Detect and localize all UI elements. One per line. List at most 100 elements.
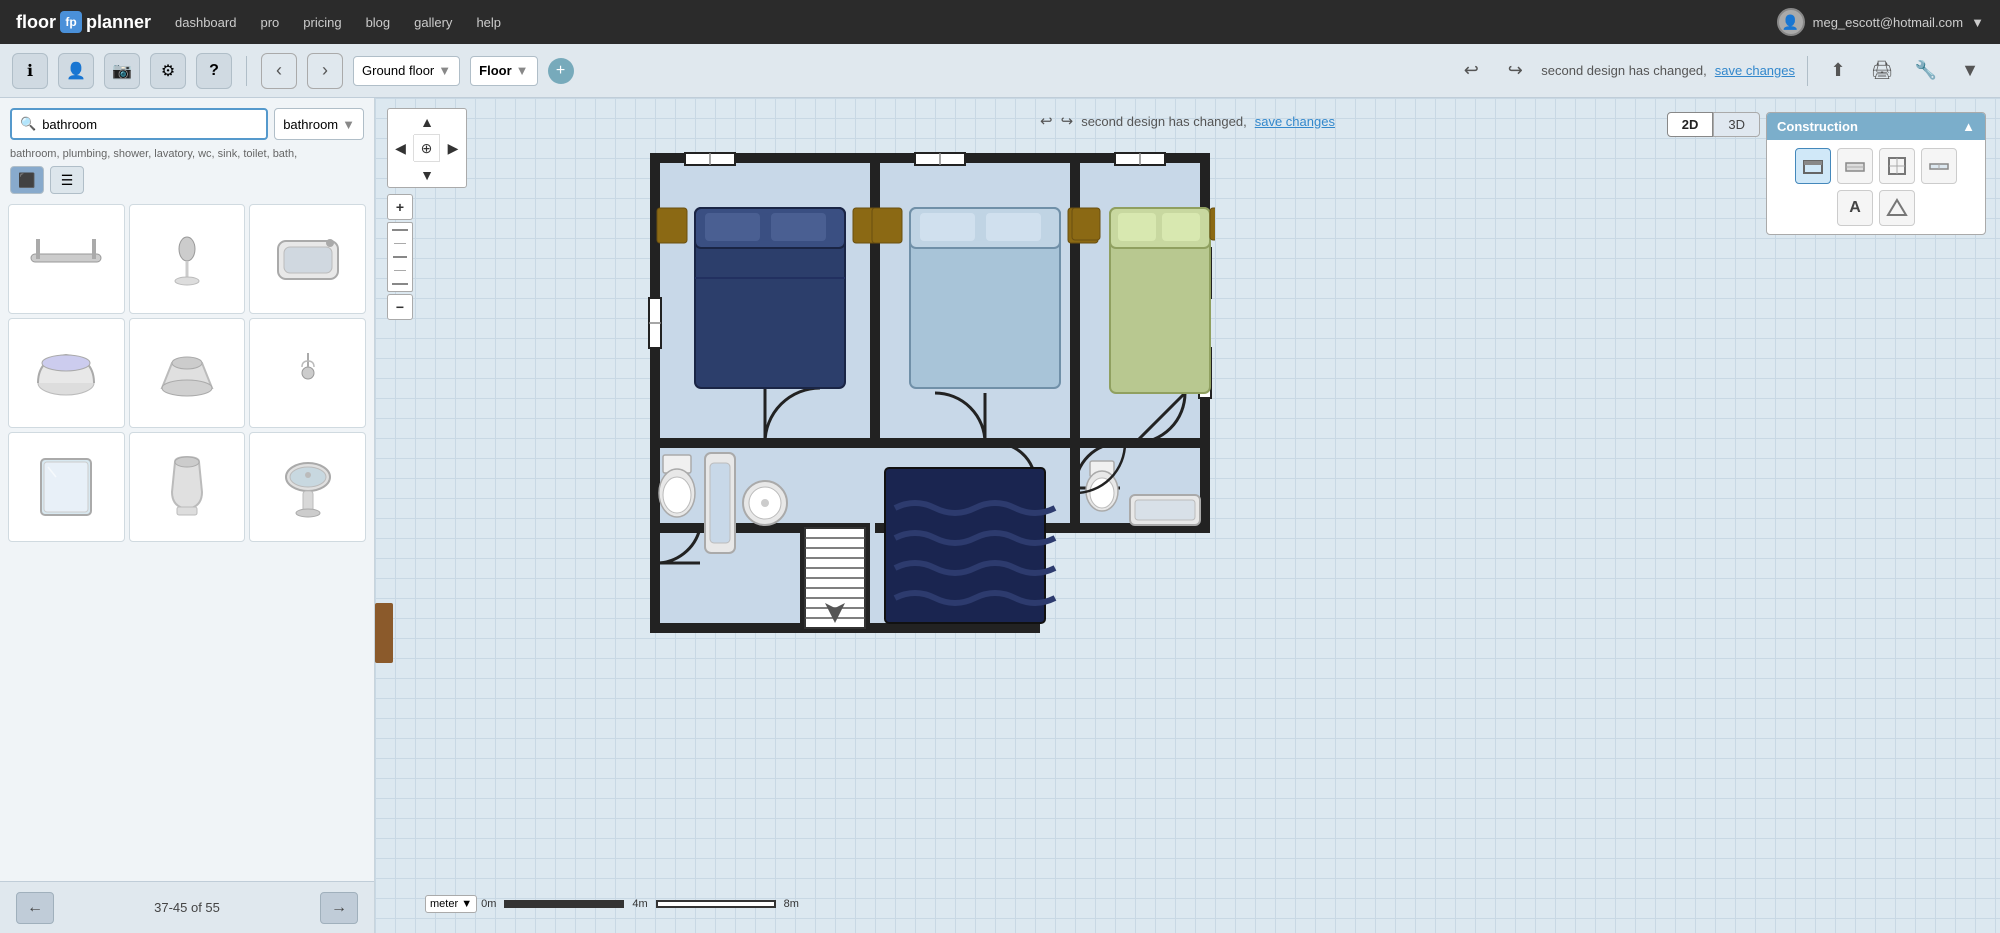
nav-gallery[interactable]: gallery [414, 15, 452, 30]
list-item[interactable] [129, 432, 246, 542]
user-dropdown-arrow: ▼ [1971, 15, 1984, 30]
right-arrow-icon: › [322, 60, 328, 81]
item-small-fixture [268, 333, 348, 413]
list-item[interactable] [249, 204, 366, 314]
camera-button[interactable]: 📷 [104, 53, 140, 89]
items-grid [0, 200, 374, 881]
erase-icon [1886, 197, 1908, 219]
help-icon: ? [209, 62, 219, 80]
erase-tool-button[interactable] [1879, 190, 1915, 226]
floor-section-dropdown[interactable]: Floor ▼ [470, 56, 537, 86]
more-button[interactable]: ▼ [1952, 53, 1988, 89]
nav-help[interactable]: help [476, 15, 501, 30]
pan-right-button[interactable]: ▶ [440, 135, 466, 161]
floor-dropdown-arrow: ▼ [438, 63, 451, 78]
list-item[interactable] [8, 204, 125, 314]
nav-pro[interactable]: pro [260, 15, 279, 30]
list-item[interactable] [129, 318, 246, 428]
wall-tool-button[interactable] [1795, 148, 1831, 184]
pan-left-button[interactable]: ◀ [388, 135, 414, 161]
staircase [805, 528, 865, 628]
unit-selector[interactable]: meter ▼ [425, 895, 477, 913]
nav-pricing[interactable]: pricing [303, 15, 341, 30]
user-area[interactable]: 👤 meg_escott@hotmail.com ▼ [1777, 8, 1984, 36]
prev-page-button[interactable]: ← [16, 892, 54, 924]
text-tool-button[interactable]: A [1837, 190, 1873, 226]
sidebar: 🔍 bathroom ▼ bathroom, plumbing, shower,… [0, 98, 375, 933]
wrench-button[interactable]: 🔧 [1908, 53, 1944, 89]
3d-view-button[interactable]: 3D [1713, 112, 1760, 137]
pan-up-button[interactable]: ▲ [414, 109, 440, 135]
floor-selector[interactable]: Ground floor ▼ [353, 56, 460, 86]
undo-arrow[interactable]: ↩ [1040, 112, 1053, 130]
person-icon: 👤 [66, 61, 86, 81]
scale-bar-graphic [504, 900, 624, 908]
redo-arrow[interactable]: ↪ [1061, 112, 1074, 130]
list-item[interactable] [8, 432, 125, 542]
share-button[interactable]: ⬆ [1820, 53, 1856, 89]
nav-blog[interactable]: blog [366, 15, 391, 30]
list-item[interactable] [129, 204, 246, 314]
undo-button[interactable]: ↩ [1453, 53, 1489, 89]
person-button[interactable]: 👤 [58, 53, 94, 89]
scale-bar-graphic-2 [656, 900, 776, 908]
share-icon: ⬆ [1830, 60, 1845, 81]
construction-header[interactable]: Construction ▲ [1767, 113, 1985, 140]
search-box-container: 🔍 [10, 108, 268, 140]
undo-icon: ↩ [1464, 60, 1479, 81]
category-dropdown[interactable]: bathroom ▼ [274, 108, 364, 140]
save-changes-link-canvas[interactable]: save changes [1255, 114, 1335, 129]
redo-button[interactable]: ↪ [1497, 53, 1533, 89]
unit-label: meter [430, 898, 458, 910]
construction-panel: Construction ▲ [1766, 112, 1986, 235]
item-pedestal-sink [268, 447, 348, 527]
help-button[interactable]: ? [196, 53, 232, 89]
left-arrow-icon: ‹ [276, 60, 282, 81]
floor-label: Ground floor [362, 63, 434, 78]
view-toggle: ⬛ ☰ [0, 166, 374, 200]
right-toolbar: ↩ ↪ second design has changed, save chan… [1453, 53, 1988, 89]
floor-section-label: Floor [479, 63, 512, 78]
construction-collapse-icon: ▲ [1962, 119, 1975, 134]
scale-mark-4: 4m [632, 898, 647, 910]
list-item[interactable] [8, 318, 125, 428]
settings-button[interactable]: ⚙ [150, 53, 186, 89]
settings-icon: ⚙ [161, 61, 175, 81]
item-urinal [147, 447, 227, 527]
canvas-area[interactable]: ▲ ◀ ⊕ ▶ ▼ + − ↩ ↪ second design [375, 98, 2000, 933]
nav-right-button[interactable]: › [307, 53, 343, 89]
room-tool-button[interactable] [1879, 148, 1915, 184]
pan-down-button[interactable]: ▼ [414, 161, 440, 187]
avatar: 👤 [1777, 8, 1805, 36]
next-page-button[interactable]: → [320, 892, 358, 924]
user-email: meg_escott@hotmail.com [1813, 15, 1963, 30]
pan-center-button[interactable]: ⊕ [414, 135, 440, 161]
page-info: 37-45 of 55 [154, 900, 220, 915]
window-icon [1928, 155, 1950, 177]
search-input[interactable] [42, 117, 258, 132]
window-tool-button[interactable] [1921, 148, 1957, 184]
print-button[interactable]: 🖨 [1864, 53, 1900, 89]
notification-text: second design has changed, [1541, 63, 1707, 78]
view-3d-button[interactable]: ⬛ [10, 166, 44, 194]
info-button[interactable]: ℹ [12, 53, 48, 89]
logo-icon: fp [60, 11, 82, 33]
list-item[interactable] [249, 432, 366, 542]
save-changes-link[interactable]: save changes [1715, 63, 1795, 78]
top-navigation: floor fp planner dashboard pro pricing b… [0, 0, 2000, 44]
nav-dashboard[interactable]: dashboard [175, 15, 236, 30]
next-arrow-icon: → [331, 899, 347, 917]
view-2d-button[interactable]: ☰ [50, 166, 84, 194]
zoom-out-button[interactable]: − [387, 294, 413, 320]
list-item[interactable] [249, 318, 366, 428]
floor-plan-svg[interactable] [455, 148, 1215, 668]
logo[interactable]: floor fp planner [16, 11, 151, 33]
add-floor-button[interactable]: + [548, 58, 574, 84]
construction-tools: A [1767, 140, 1985, 234]
scale-line: 0m 4m 8m [481, 898, 799, 910]
zoom-in-button[interactable]: + [387, 194, 413, 220]
floor-tool-button[interactable] [1837, 148, 1873, 184]
item-bathtub-overhead [268, 219, 348, 299]
2d-view-button[interactable]: 2D [1667, 112, 1714, 137]
nav-left-button[interactable]: ‹ [261, 53, 297, 89]
